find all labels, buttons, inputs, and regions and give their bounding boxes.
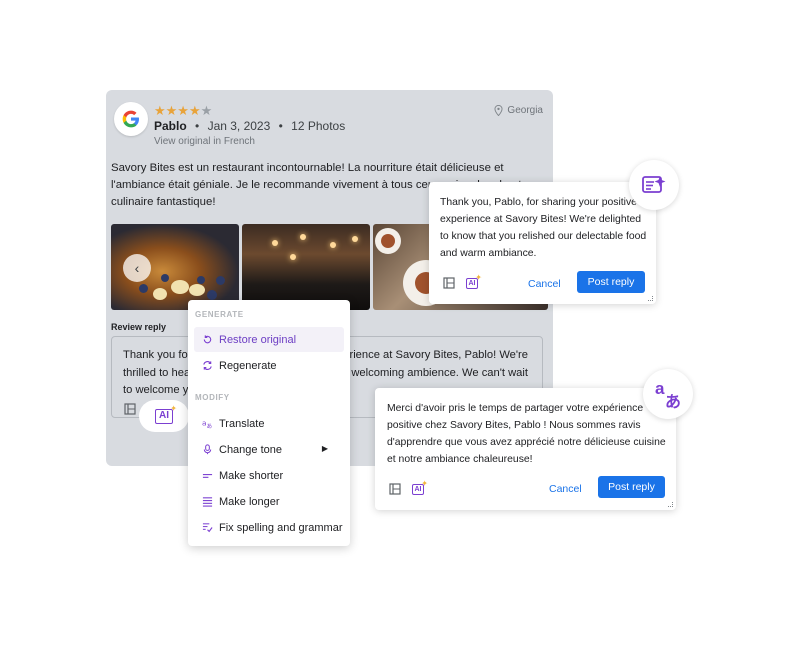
card-toolbar: AI ✦ — [443, 273, 482, 289]
location: Georgia — [494, 105, 543, 116]
menu-item-regenerate[interactable]: Regenerate — [194, 353, 344, 378]
ai-write-badge — [629, 160, 679, 210]
photos-count[interactable]: 12 Photos — [291, 119, 345, 133]
location-pin-icon — [494, 105, 503, 116]
review-meta: Pablo • Jan 3, 2023 • 12 Photos — [154, 119, 346, 133]
ai-write-icon — [642, 176, 666, 193]
tone-icon — [203, 444, 212, 455]
reply-toolbar — [124, 403, 136, 415]
translate-badge: a あ — [643, 369, 693, 419]
menu-section-generate: GENERATE — [195, 310, 244, 319]
card-toolbar: AI ✦ — [389, 479, 428, 495]
template-icon[interactable] — [389, 483, 401, 495]
menu-section-modify: MODIFY — [195, 393, 230, 402]
english-reply-card: Thank you, Pablo, for sharing your posit… — [429, 182, 656, 304]
ai-sparkle-icon: AI ✦ — [155, 404, 177, 424]
resize-handle-icon[interactable] — [648, 296, 653, 301]
review-photo[interactable] — [242, 224, 370, 310]
svg-text:あ: あ — [207, 423, 213, 429]
spellcheck-icon — [202, 523, 213, 533]
google-logo-icon — [114, 102, 148, 136]
view-original-link[interactable]: View original in French — [154, 136, 255, 147]
translate-icon: aあ — [202, 418, 213, 429]
regenerate-icon — [203, 361, 212, 370]
carousel-prev-button[interactable]: ‹ — [123, 254, 151, 282]
ai-assist-button[interactable]: AI ✦ — [139, 400, 189, 432]
menu-item-restore-original[interactable]: Restore original — [194, 327, 344, 352]
ai-sparkle-icon[interactable]: AI ✦ — [412, 479, 428, 495]
cancel-button[interactable]: Cancel — [549, 483, 582, 495]
menu-item-make-shorter[interactable]: Make shorter — [194, 463, 344, 488]
french-reply-card: Merci d'avoir pris le temps de partager … — [375, 388, 676, 510]
chevron-right-icon: ▶ — [321, 444, 328, 453]
template-icon[interactable] — [124, 403, 136, 415]
ai-actions-menu: GENERATE Restore original Regenerate MOD… — [188, 300, 350, 546]
post-reply-button[interactable]: Post reply — [577, 271, 645, 293]
cancel-button[interactable]: Cancel — [528, 278, 561, 290]
resize-handle-icon[interactable] — [668, 502, 673, 507]
menu-item-translate[interactable]: aあ Translate — [194, 411, 344, 436]
translated-reply-text: Merci d'avoir pris le temps de partager … — [387, 403, 666, 465]
review-date: Jan 3, 2023 — [207, 119, 271, 133]
review-reply-label: Review reply — [111, 322, 167, 332]
reply-suggestion-text: Thank you, Pablo, for sharing your posit… — [440, 197, 647, 259]
shorter-icon — [202, 474, 213, 478]
ai-sparkle-icon[interactable]: AI ✦ — [466, 273, 482, 289]
chevron-left-icon: ‹ — [134, 260, 140, 276]
menu-item-change-tone[interactable]: Change tone ▶ — [194, 437, 344, 462]
review-author: Pablo — [154, 119, 187, 133]
restore-icon — [203, 335, 212, 344]
star-rating: ★★★★★ — [154, 103, 213, 118]
post-reply-button[interactable]: Post reply — [598, 476, 665, 498]
longer-icon — [202, 497, 213, 507]
location-label: Georgia — [507, 105, 543, 116]
menu-item-fix-spelling[interactable]: Fix spelling and grammar — [194, 515, 344, 540]
template-icon[interactable] — [443, 277, 455, 289]
menu-item-make-longer[interactable]: Make longer — [194, 489, 344, 514]
translate-icon: a あ — [655, 379, 682, 411]
